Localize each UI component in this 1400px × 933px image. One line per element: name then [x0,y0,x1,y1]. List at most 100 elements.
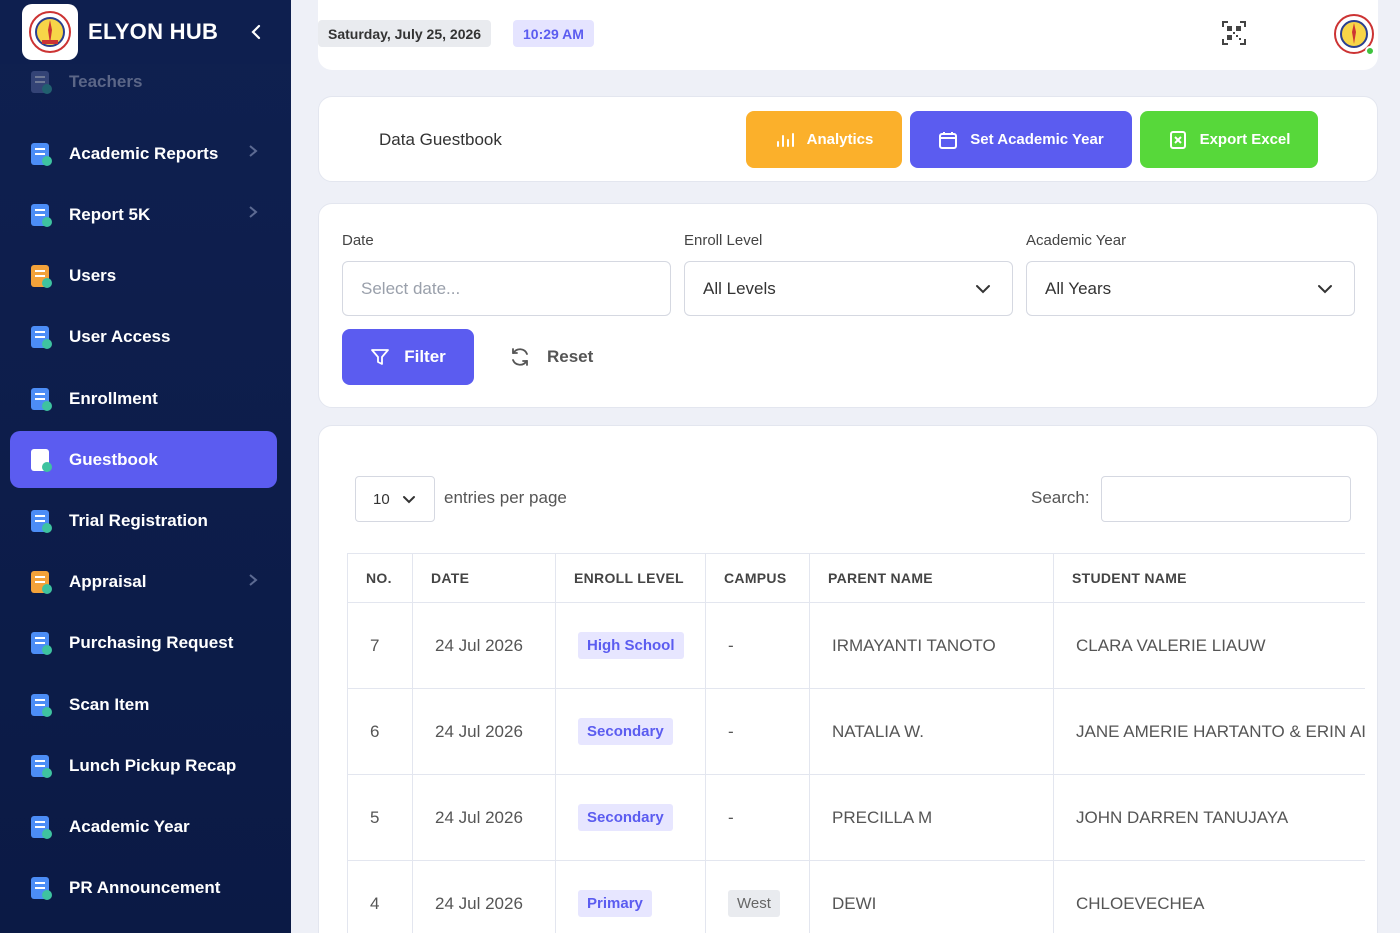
table-row[interactable]: 5 24 Jul 2026 Secondary - PRECILLA M JOHN DAR… [347,774,1365,861]
search-label: Search: [1031,488,1090,507]
trial-registration-icon [25,506,55,536]
sidebar-item-label: Academic Reports [69,143,219,163]
campus-value: - [728,807,734,827]
user-access-icon [25,322,55,352]
filter-card: Date Select date... Enroll Level All Lev… [318,203,1378,408]
cell-parent-name: DEWI [809,860,1054,933]
sidebar-item-guestbook[interactable]: Guestbook [10,431,277,489]
table-search-input[interactable] [1101,476,1351,522]
lunch-icon [25,751,55,781]
sidebar-item-label: Report 5K [69,204,151,224]
sidebar-item-scan-item[interactable]: Scan Item [10,676,277,733]
set-academic-year-button[interactable]: Set Academic Year [910,111,1132,168]
sidebar-item-lunch-pickup-recap[interactable]: Lunch Pickup Recap [10,737,277,794]
set-academic-year-label: Set Academic Year [970,131,1104,148]
chevron-down-icon [402,496,415,504]
page-length-select[interactable]: 10 [355,476,435,522]
guestbook-table: NO. DATE ENROLL LEVEL CAMPUS PARENT NAME… [347,553,1365,933]
funnel-icon [371,349,390,365]
school-logo[interactable] [22,4,78,60]
export-excel-button[interactable]: Export Excel [1140,111,1318,168]
cell-student-name: JOHN DARREN TANUJAYA [1053,774,1365,861]
table-row[interactable]: 4 24 Jul 2026 Primary West DEWI CHLOEVECHEA [347,860,1365,933]
cell-parent-name: PRECILLA M [809,774,1054,861]
sidebar-item-users[interactable]: Users [10,248,277,305]
users-icon [25,261,55,291]
sidebar-item-label: PR Announcement [69,878,221,898]
column-header-date[interactable]: DATE [412,553,556,603]
academic-year-select[interactable]: All Years [1026,261,1355,316]
cell-campus: - [705,602,810,689]
excel-file-icon [1169,130,1186,149]
sidebar-item-appraisal[interactable]: Appraisal [10,554,277,611]
cell-parent-name: NATALIA W. [809,688,1054,775]
academic-year-value: All Years [1045,278,1112,298]
filter-button[interactable]: Filter [342,329,474,385]
bar-chart-icon [776,132,794,147]
enroll-level-badge: Secondary [578,804,673,831]
cell-date: 24 Jul 2026 [412,860,556,933]
cell-parent-name: IRMAYANTI TANOTO [809,602,1054,689]
sidebar-item-label: Guestbook [69,449,158,469]
column-header-campus[interactable]: CAMPUS [705,553,810,603]
page-length-value: 10 [373,490,390,508]
cell-student-name: CHLOEVECHEA [1053,860,1365,933]
campus-value: - [728,721,734,741]
table-row[interactable]: 6 24 Jul 2026 Secondary - NATALIA W. JANE AME… [347,688,1365,775]
campus-badge: West [728,890,780,917]
chevron-right-icon [247,144,259,163]
column-header-no[interactable]: NO. [347,553,413,603]
sidebar-item-teachers[interactable]: Teachers [10,64,277,100]
brand-name: ELYON HUB [88,19,219,44]
enroll-level-select[interactable]: All Levels [684,261,1013,316]
table-row[interactable]: 7 24 Jul 2026 High School - IRMAYANTI TANOTO… [347,602,1365,689]
sidebar-item-pr-announcement[interactable]: PR Announcement [10,860,277,917]
sidebar: ELYON HUB Teachers Academic Reports Report… [0,0,291,933]
sidebar-item-label: User Access [69,327,171,347]
cell-enroll-level: Secondary [555,688,706,775]
column-header-enroll-level[interactable]: ENROLL LEVEL [555,553,706,603]
sidebar-item-label: Trial Registration [69,510,208,530]
sidebar-item-academic-reports[interactable]: Academic Reports [10,125,277,182]
calendar-icon [939,131,958,149]
date-picker-input[interactable]: Select date... [342,261,671,316]
guestbook-table-card: 10 entries per page Search: NO. DATE ENR… [318,425,1378,933]
cell-enroll-level: Secondary [555,774,706,861]
campus-value: - [728,635,734,655]
export-excel-label: Export Excel [1199,131,1291,148]
cell-no: 7 [347,602,413,689]
filter-label: Filter [404,347,446,366]
cell-campus: - [705,774,810,861]
academic-year-label: Academic Year [1026,232,1127,249]
sidebar-item-academic-year[interactable]: Academic Year [10,798,277,855]
logo-emblem-icon [29,11,71,53]
sidebar-item-trial-registration[interactable]: Trial Registration [10,492,277,549]
column-header-student-name[interactable]: STUDENT NAME [1053,553,1365,603]
chevron-down-icon [976,285,990,294]
cell-student-name: CLARA VALERIE LIAUW [1053,602,1365,689]
sidebar-item-user-access[interactable]: User Access [10,309,277,366]
collapse-sidebar-icon[interactable] [246,22,266,42]
appraisal-icon [25,567,55,597]
analytics-button[interactable]: Analytics [746,111,902,168]
qr-code-icon[interactable] [1221,20,1247,46]
reset-button[interactable]: Reset [509,329,593,385]
sidebar-item-label: Lunch Pickup Recap [69,755,237,775]
sidebar-item-label: Academic Year [69,816,190,836]
cell-no: 5 [347,774,413,861]
top-bar: Saturday, July 25, 2026 10:29 AM [318,0,1378,70]
page-header-card: Data Guestbook Analytics Set Academic Ye… [318,96,1378,182]
refresh-icon [512,348,528,366]
enroll-level-badge: High School [578,632,684,659]
cell-no: 6 [347,688,413,775]
chevron-right-icon [247,205,259,224]
sidebar-item-enrollment[interactable]: Enrollment [10,370,277,427]
sidebar-item-report-5k[interactable]: Report 5K [10,186,277,243]
sidebar-item-purchasing-request[interactable]: Purchasing Request [10,615,277,672]
page-title: Data Guestbook [379,130,502,149]
cell-student-name: JANE AMERIE HARTANTO & ERIN AI [1053,688,1365,775]
column-header-parent-name[interactable]: PARENT NAME [809,553,1054,603]
chevron-right-icon [247,573,259,592]
sidebar-item-label: Users [69,266,117,286]
enroll-level-badge: Secondary [578,718,673,745]
